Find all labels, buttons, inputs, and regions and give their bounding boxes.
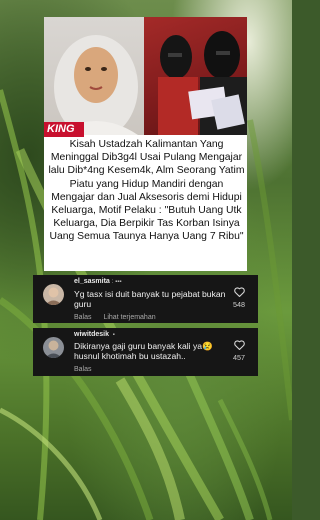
avatar[interactable] [43,284,64,305]
translate-button[interactable]: Lihat terjemahan [103,314,155,321]
news-post-image: KING Kisah Ustadzah Kalimantan Yang Meni… [44,17,247,271]
news-photos [44,17,247,135]
avatar[interactable] [43,337,64,358]
reply-button[interactable]: Balas [74,366,92,373]
like-button[interactable]: 548 [230,287,248,309]
news-headline: Kisah Ustadzah Kalimantan Yang Meninggal… [48,139,245,243]
comment-actions: Balas [74,366,92,373]
comment-username[interactable]: el_sasmita: ▪▪▪ [74,278,122,285]
comment-username[interactable]: wiwitdesik ▪ [74,331,115,338]
comment-card[interactable]: wiwitdesik ▪ Dikiranya gaji guru banyak … [33,328,258,376]
comment-text: Dikiranya gaji guru banyak kali ya😢 husn… [74,341,213,362]
comment-card[interactable]: el_sasmita: ▪▪▪ Yg tasx isi duit banyak … [33,275,258,323]
like-count: 548 [233,300,245,309]
suspect-arrest-photo [144,17,247,135]
heart-outline-icon [233,340,245,350]
comment-text: Yg tasx isi duit banyak tu pejabat bukan… [74,289,226,310]
news-banner-label: KING [44,122,84,137]
like-button[interactable]: 457 [230,340,248,362]
like-count: 457 [233,353,245,362]
comment-actions: Balas Lihat terjemahan [74,314,156,321]
reply-button[interactable]: Balas [74,314,92,321]
victim-portrait-photo [44,17,144,135]
heart-outline-icon [233,287,245,297]
